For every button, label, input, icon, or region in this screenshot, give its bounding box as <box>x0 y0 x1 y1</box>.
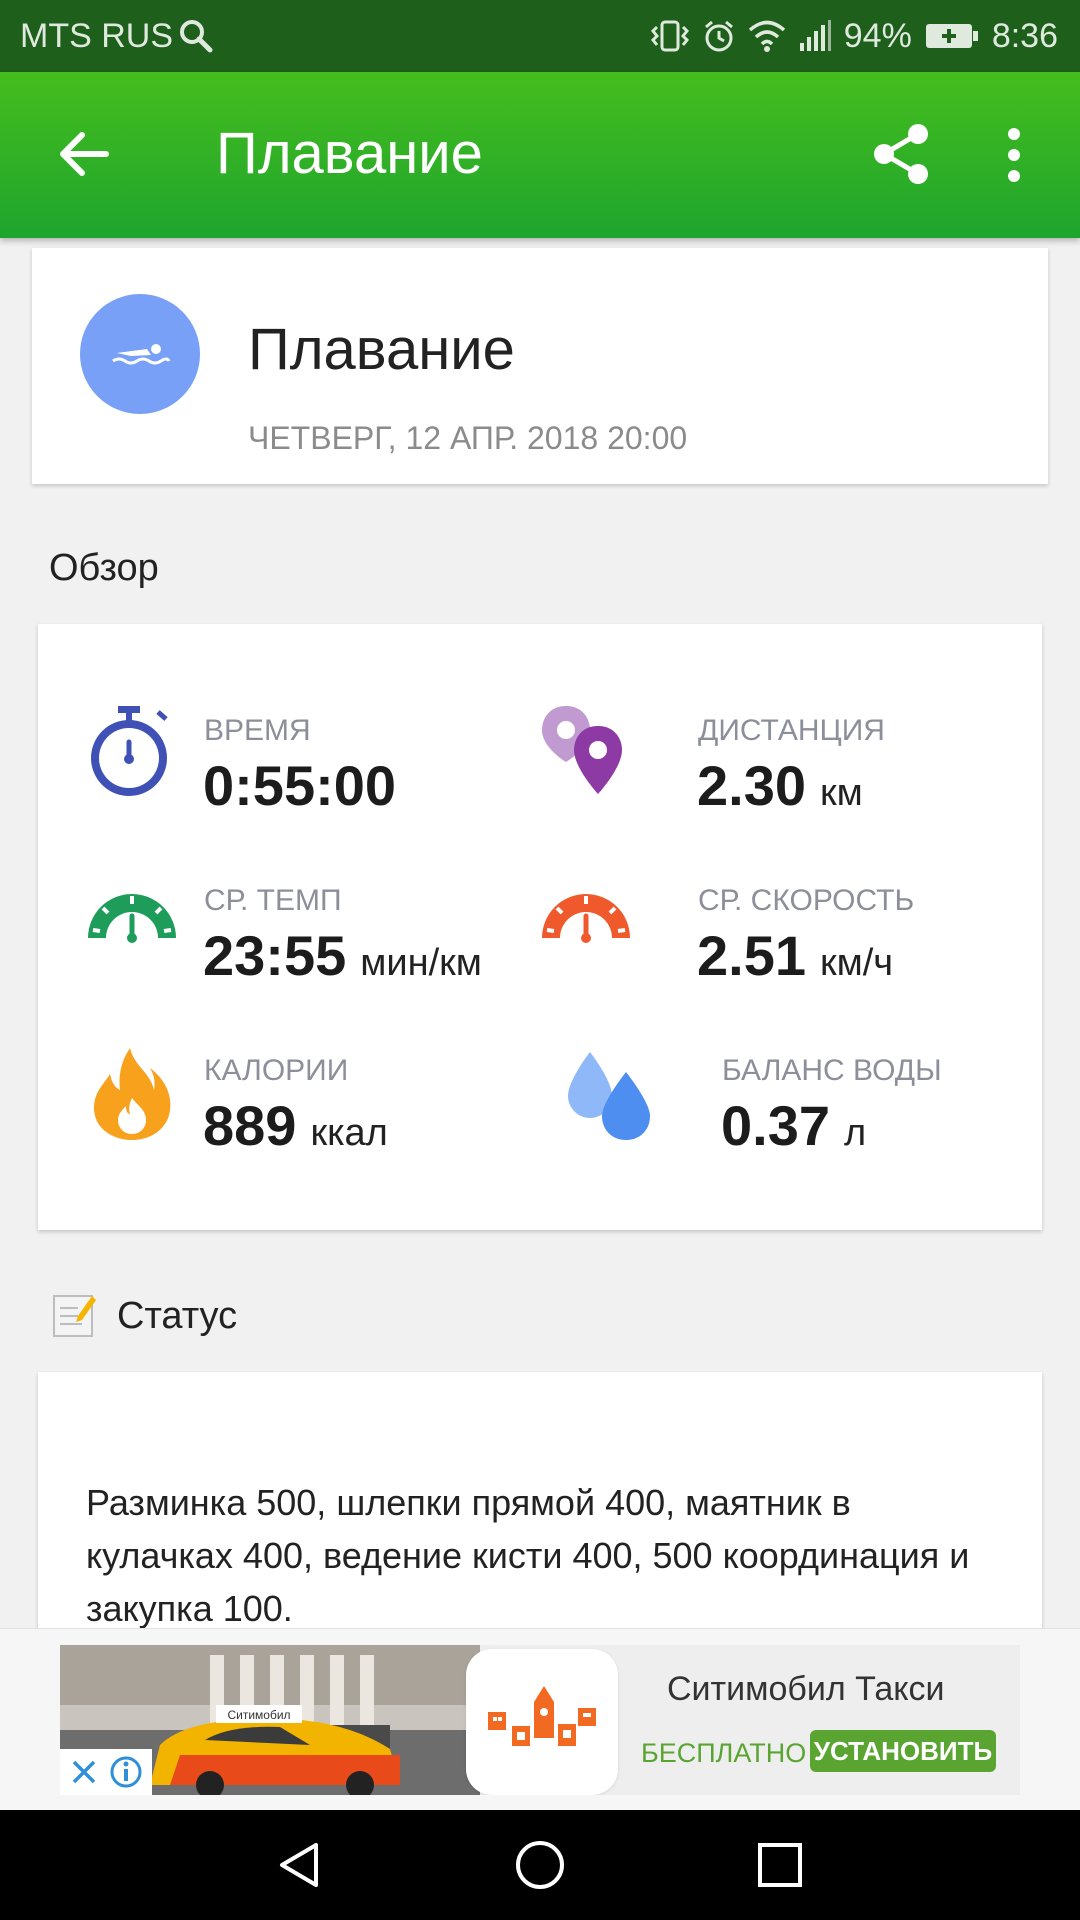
status-title: Статус <box>117 1295 238 1337</box>
back-arrow-icon[interactable] <box>54 124 114 184</box>
nav-back-icon[interactable] <box>274 1839 326 1891</box>
overview-card: ВРЕМЯ 0:55:00 ДИСТАНЦИЯ 2.30 км СР. ТЕМП … <box>38 624 1042 1230</box>
app-bar: Плавание <box>0 72 1080 238</box>
stat-label: ВРЕМЯ <box>204 714 311 747</box>
ad-banner[interactable]: Ситимобил Ситимобил Такси БЕСПЛАТНО УСТА… <box>60 1645 1020 1795</box>
swimmer-icon <box>112 344 171 365</box>
app-screen: MTS RUS 94% 8:36 Плавание Плавание ЧЕТВЕ… <box>0 0 1080 1920</box>
search-icon <box>180 20 213 53</box>
app-bar-title: Плавание <box>216 121 483 186</box>
ad-app-logo <box>466 1649 618 1795</box>
battery-charging-icon <box>925 24 978 48</box>
signal-icon <box>799 20 831 51</box>
overview-title: Обзор <box>49 547 159 589</box>
activity-avatar <box>80 294 200 414</box>
stat-value: 0:55:00 <box>203 754 396 818</box>
carrier-name: MTS RUS <box>20 16 173 55</box>
speedometer-green-icon <box>88 894 176 943</box>
water-drops-icon <box>568 1052 650 1140</box>
stat-unit: км <box>820 772 863 814</box>
speedometer-orange-icon <box>542 894 630 943</box>
ad-choices <box>60 1749 152 1795</box>
stat-unit: л <box>844 1112 867 1154</box>
flame-icon <box>94 1048 171 1140</box>
stat-unit: ккал <box>310 1112 388 1154</box>
status-bar: MTS RUS 94% 8:36 <box>0 0 1080 72</box>
taxi-sign-text: Ситимобил <box>227 1708 290 1722</box>
ad-install-button[interactable]: УСТАНОВИТЬ <box>810 1730 996 1772</box>
activity-title: Плавание <box>248 317 515 382</box>
activity-header-card: Плавание ЧЕТВЕРГ, 12 АПР. 2018 20:00 <box>32 248 1048 484</box>
close-icon[interactable] <box>69 1757 99 1787</box>
stat-label: СР. ТЕМП <box>204 884 342 917</box>
system-nav-bar <box>0 1810 1080 1920</box>
stat-value: 2.51 км/ч <box>697 924 893 995</box>
stat-value: 23:55 мин/км <box>203 924 482 995</box>
stat-label: КАЛОРИИ <box>204 1054 349 1087</box>
ad-price-label: БЕСПЛАТНО <box>641 1738 807 1768</box>
stopwatch-icon <box>91 706 168 796</box>
status-note-text: Разминка 500, шлепки прямой 400, маятник… <box>86 1482 970 1629</box>
note-pencil-icon <box>53 1295 96 1337</box>
clock-time: 8:36 <box>991 16 1058 55</box>
nav-recents-icon[interactable] <box>754 1839 806 1891</box>
vibrate-icon <box>650 20 689 52</box>
alarm-icon <box>704 20 733 52</box>
stat-number: 889 <box>203 1094 297 1157</box>
location-pins-icon <box>542 706 622 794</box>
stat-label: БАЛАНС ВОДЫ <box>722 1054 942 1087</box>
nav-home-icon[interactable] <box>514 1839 566 1891</box>
activity-date: ЧЕТВЕРГ, 12 АПР. 2018 20:00 <box>248 420 688 456</box>
stat-label: ДИСТАНЦИЯ <box>698 714 885 747</box>
stat-label: СР. СКОРОСТЬ <box>698 884 915 917</box>
stat-value: 889 ккал <box>203 1094 388 1165</box>
ad-banner-zone: Ситимобил Ситимобил Такси БЕСПЛАТНО УСТА… <box>0 1628 1080 1810</box>
ad-title: Ситимобил Такси <box>667 1670 945 1708</box>
stat-value: 2.30 км <box>697 754 863 825</box>
stat-number: 0:55:00 <box>203 754 397 817</box>
city-houses-icon <box>488 1686 596 1746</box>
info-icon[interactable] <box>109 1755 143 1789</box>
stat-number: 2.51 <box>697 924 806 987</box>
share-icon[interactable] <box>870 122 932 186</box>
stat-number: 2.30 <box>697 754 806 817</box>
battery-percent: 94% <box>843 16 912 55</box>
stat-unit: мин/км <box>360 942 482 984</box>
stat-number: 0.37 <box>721 1094 830 1157</box>
stat-unit: км/ч <box>820 942 894 984</box>
wifi-icon <box>748 20 785 52</box>
more-vert-icon[interactable] <box>996 126 1032 184</box>
stat-value: 0.37 л <box>721 1094 866 1165</box>
stat-number: 23:55 <box>203 924 347 987</box>
